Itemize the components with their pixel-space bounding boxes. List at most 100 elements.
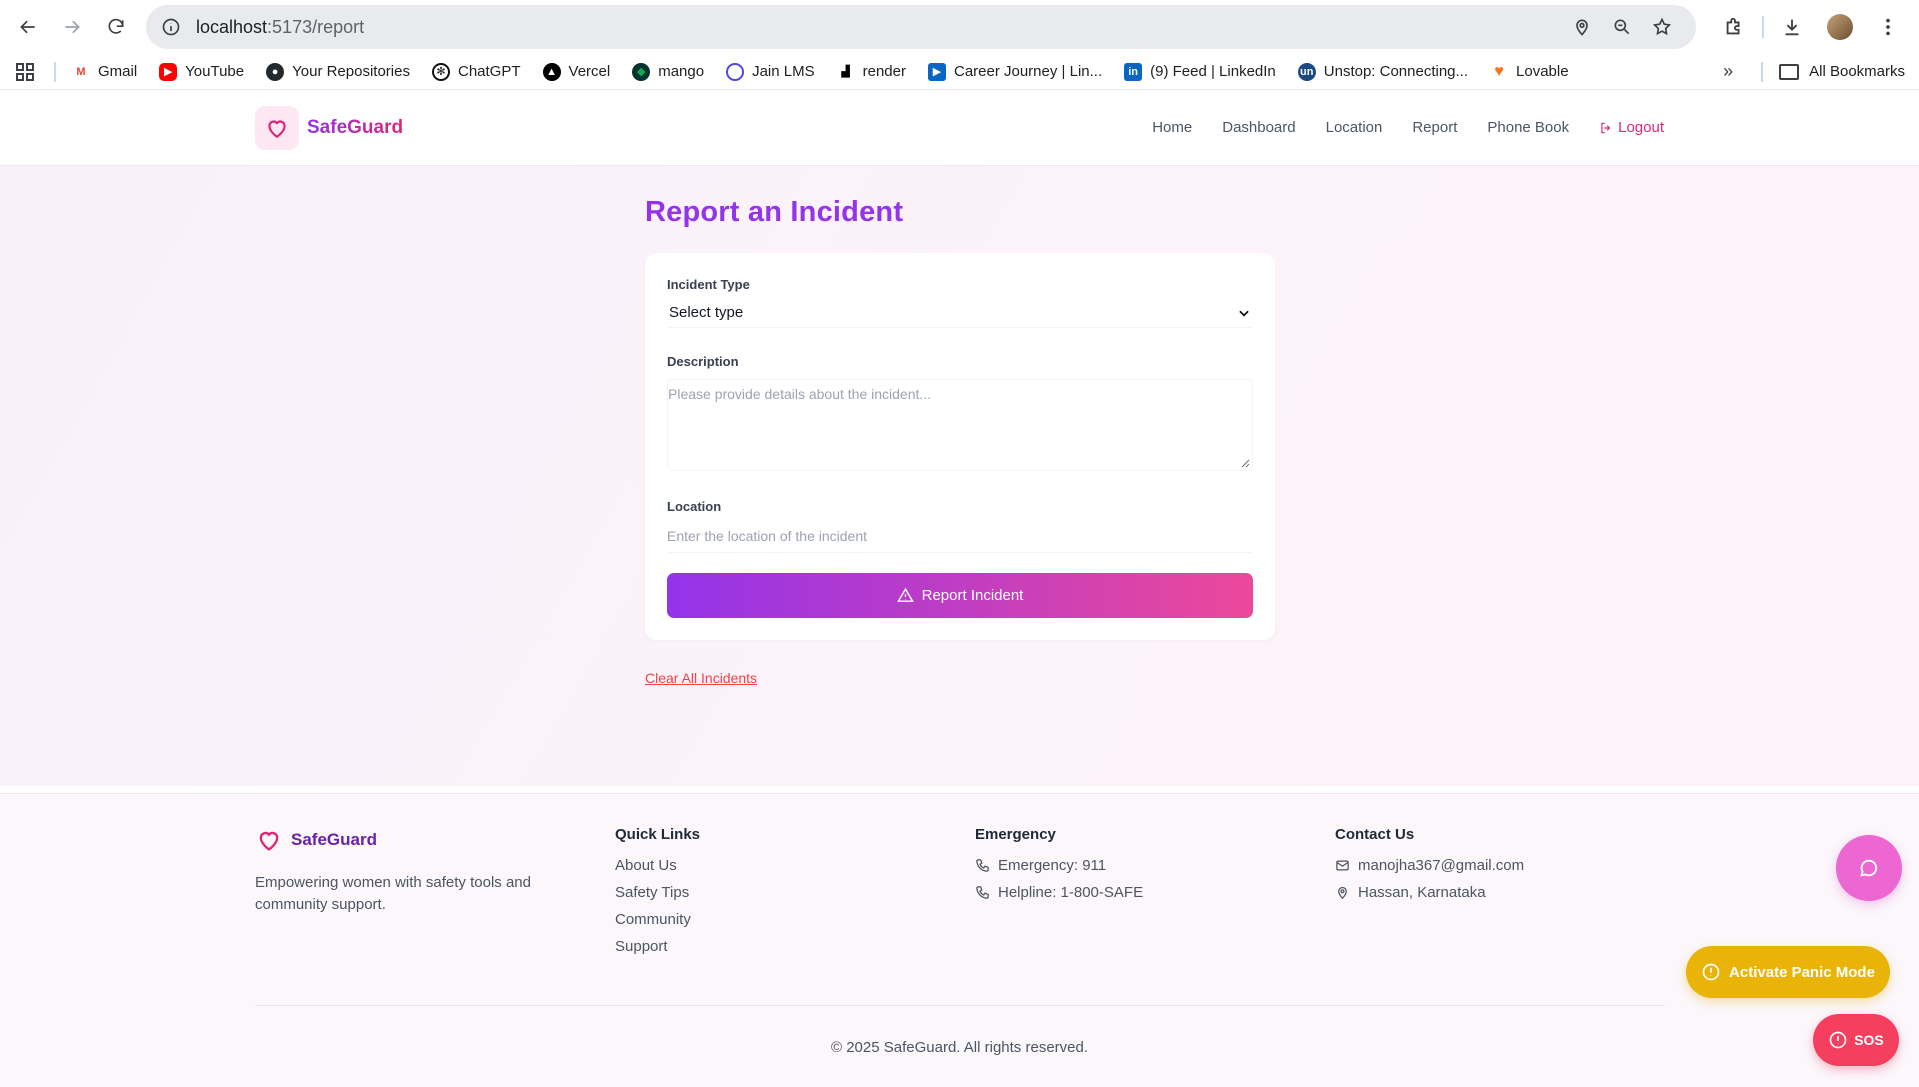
all-bookmarks-button[interactable]: All Bookmarks — [1779, 63, 1905, 80]
description-label: Description — [667, 354, 739, 369]
profile-avatar[interactable] — [1820, 9, 1860, 45]
bookmark-linkedin[interactable]: in (9) Feed | LinkedIn — [1124, 62, 1276, 81]
helpline-number[interactable]: Helpline: 1-800-SAFE — [975, 884, 1335, 901]
footer-link-about-us[interactable]: About Us — [615, 857, 975, 874]
chevron-down-icon — [1239, 310, 1249, 317]
bookmark-label: YouTube — [185, 63, 245, 80]
address-text: Hassan, Karnataka — [1358, 884, 1486, 901]
sos-button[interactable]: SOS — [1813, 1014, 1899, 1066]
brand-link[interactable]: SafeGuard — [255, 105, 403, 150]
folder-icon — [1779, 63, 1800, 80]
forward-button[interactable] — [54, 9, 90, 45]
mail-icon — [1336, 860, 1349, 871]
chatgpt-icon: ✻ — [431, 62, 450, 81]
vercel-icon: ▲ — [542, 62, 561, 81]
clear-all-incidents-link[interactable]: Clear All Incidents — [645, 670, 757, 686]
browser-toolbar: localhost:5173/report — [0, 0, 1919, 54]
reload-button[interactable] — [98, 9, 134, 45]
gmail-icon: M — [76, 65, 86, 78]
zoom-icon[interactable] — [1602, 9, 1642, 45]
bookmark-vercel[interactable]: ▲ Vercel — [542, 62, 611, 81]
bookmark-label: (9) Feed | LinkedIn — [1150, 63, 1276, 80]
activate-panic-mode-button[interactable]: Activate Panic Mode — [1686, 946, 1890, 998]
incident-type-value: Select type — [669, 304, 744, 321]
footer-link-support[interactable]: Support — [615, 938, 975, 955]
download-icon[interactable] — [1772, 9, 1812, 45]
copyright-text: © 2025 SafeGuard. All rights reserved. — [830, 1039, 1089, 1056]
contact-heading: Contact Us — [1335, 826, 1415, 843]
all-bookmarks-label: All Bookmarks — [1809, 63, 1905, 80]
map-pin-icon — [1338, 886, 1347, 900]
bookmark-chatgpt[interactable]: ✻ ChatGPT — [431, 62, 521, 81]
bookmark-label: Lovable — [1516, 63, 1569, 80]
heart-icon: ♥ — [1494, 62, 1504, 80]
bookmark-label: Gmail — [98, 63, 138, 80]
arrow-right-icon — [65, 20, 80, 34]
chat-button[interactable] — [1836, 835, 1902, 901]
reload-icon — [108, 18, 124, 34]
logout-icon — [1601, 122, 1611, 133]
incident-type-select[interactable]: Select type — [667, 302, 1253, 328]
bookmark-unstop[interactable]: un Unstop: Connecting... — [1297, 62, 1469, 81]
panic-label: Activate Panic Mode — [1729, 963, 1875, 981]
heart-icon — [255, 105, 299, 150]
bookmark-render[interactable]: ▟ render — [837, 63, 906, 81]
nav-dashboard[interactable]: Dashboard — [1222, 119, 1295, 136]
email-text: manojha367@gmail.com — [1358, 857, 1525, 874]
emergency-heading: Emergency — [975, 826, 1056, 843]
site-info-icon[interactable] — [160, 16, 182, 38]
quick-links-heading: Quick Links — [615, 826, 701, 843]
logout-button[interactable]: Logout — [1599, 119, 1664, 136]
app-header: SafeGuard Home Dashboard Location Report… — [0, 90, 1919, 166]
bookmark-youtube[interactable]: ▶ YouTube — [159, 62, 245, 81]
bookmark-label: Vercel — [568, 63, 611, 80]
report-incident-button[interactable]: Report Incident — [667, 573, 1253, 618]
footer-brand-column: SafeGuard Empowering women with safety t… — [255, 826, 615, 965]
extensions-icon[interactable] — [1714, 9, 1754, 45]
bookmark-jain-lms[interactable]: Jain LMS — [726, 62, 815, 81]
bookmarks-separator — [1761, 61, 1764, 82]
nav-home[interactable]: Home — [1152, 119, 1192, 136]
apps-grid-icon[interactable] — [14, 61, 36, 83]
report-incident-label: Report Incident — [921, 587, 1024, 604]
location-input[interactable]: Enter the location of the incident — [667, 524, 1253, 553]
location-placeholder: Enter the location of the incident — [667, 528, 868, 544]
footer-brand-name: SafeGuard — [291, 830, 377, 849]
bookmark-mango[interactable]: ◆ mango — [632, 62, 704, 81]
chevron-double-right-icon[interactable]: » — [1723, 61, 1747, 82]
bookmark-lovable[interactable]: ♥ Lovable — [1490, 62, 1569, 81]
render-icon: ▟ — [841, 66, 850, 78]
resize-grip-icon[interactable] — [1240, 458, 1250, 468]
bookmark-label: Career Journey | Lin... — [953, 63, 1103, 80]
footer-link-safety-tips[interactable]: Safety Tips — [615, 884, 975, 901]
emergency-number[interactable]: Emergency: 911 — [975, 857, 1335, 874]
chat-bubble-icon — [1860, 859, 1878, 877]
footer-emergency: Emergency Emergency: 911 Helpline: 1-800… — [975, 826, 1335, 965]
nav-phone-book[interactable]: Phone Book — [1487, 119, 1569, 136]
location-pin-icon[interactable] — [1562, 9, 1602, 45]
mongodb-icon: ◆ — [632, 62, 651, 81]
alert-circle-icon — [1829, 1031, 1847, 1049]
address-bar[interactable]: localhost:5173/report — [146, 5, 1696, 49]
contact-email[interactable]: manojha367@gmail.com — [1335, 857, 1695, 874]
bookmark-career-journey[interactable]: ▶ Career Journey | Lin... — [927, 62, 1103, 81]
footer-link-community[interactable]: Community — [615, 911, 975, 928]
nav-location[interactable]: Location — [1326, 119, 1383, 136]
footer-divider — [255, 1005, 1665, 1006]
contact-address: Hassan, Karnataka — [1335, 884, 1695, 901]
alert-circle-icon — [1702, 963, 1720, 981]
bookmarks-separator — [54, 61, 56, 82]
play-icon: ▶ — [927, 62, 946, 81]
bookmark-star-icon[interactable] — [1642, 9, 1682, 45]
back-button[interactable] — [10, 9, 46, 45]
description-textarea[interactable]: Please provide details about the inciden… — [667, 379, 1253, 471]
bookmark-github[interactable]: ● Your Repositories — [266, 62, 410, 81]
bookmark-gmail[interactable]: M Gmail — [72, 63, 137, 81]
bookmark-label: Unstop: Connecting... — [1323, 63, 1469, 80]
more-menu-icon[interactable] — [1868, 9, 1908, 45]
phone-icon — [976, 886, 989, 899]
emergency-text: Emergency: 911 — [998, 857, 1107, 874]
bookmark-label: Jain LMS — [752, 63, 815, 80]
footer: SafeGuard Empowering women with safety t… — [0, 793, 1919, 1087]
nav-report[interactable]: Report — [1412, 119, 1457, 136]
